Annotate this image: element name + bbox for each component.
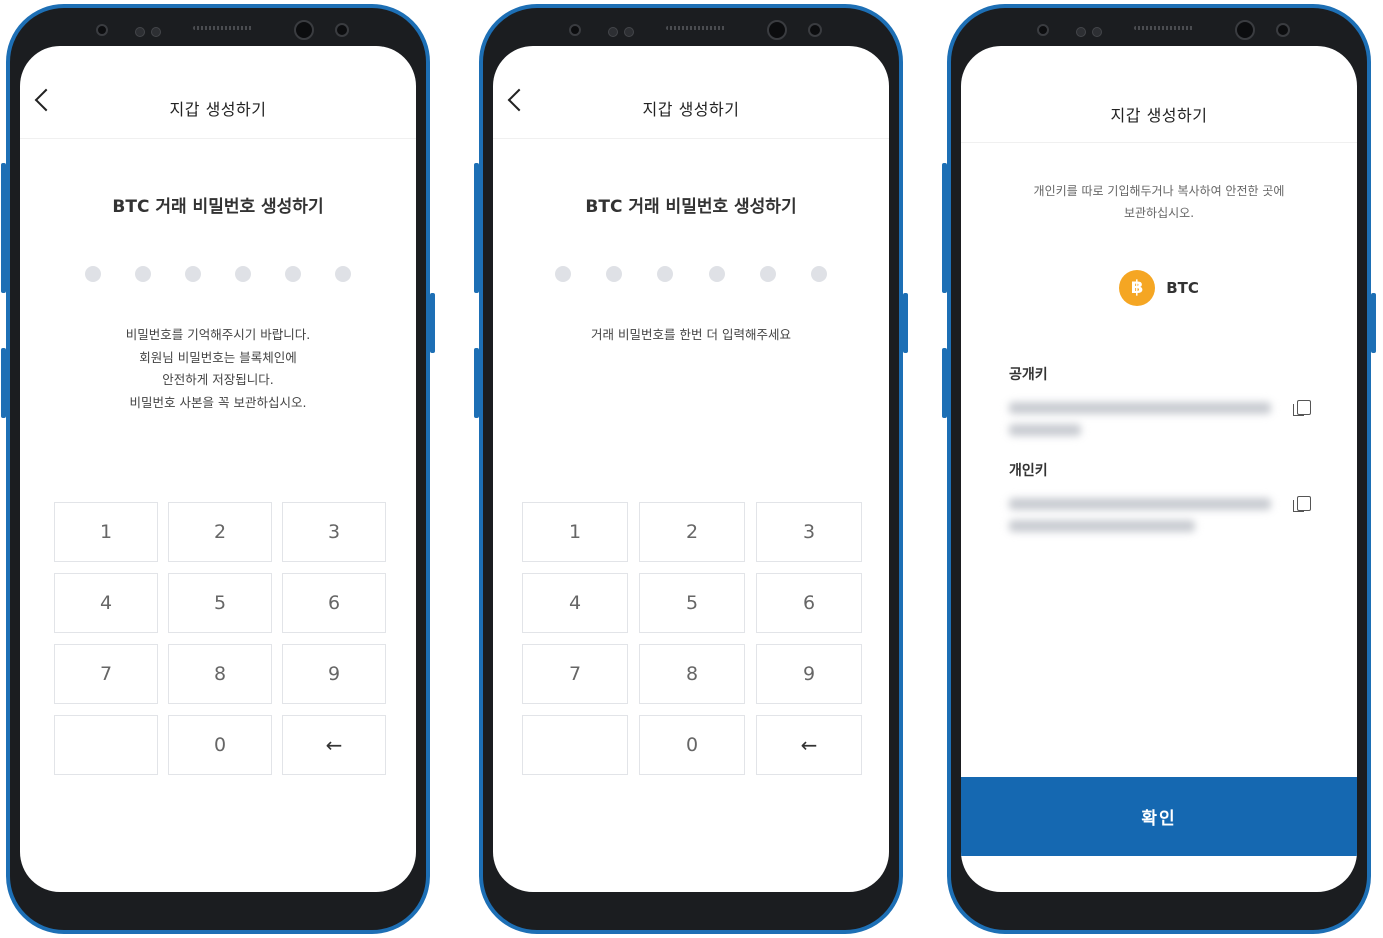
front-camera-icon xyxy=(767,20,787,40)
key-4[interactable]: 4 xyxy=(54,573,158,633)
phone-frame-3: 지갑 생성하기 개인키를 따로 기입해두거나 복사하여 안전한 곳에 보관하십시… xyxy=(942,4,1376,934)
backspace-key[interactable]: ← xyxy=(756,715,862,775)
number-keypad: 1 2 3 4 5 6 7 8 9 0 ← xyxy=(54,502,386,775)
key-3[interactable]: 3 xyxy=(756,502,862,562)
front-camera-icon xyxy=(294,20,314,40)
pin-dot xyxy=(759,266,776,282)
side-button xyxy=(1,163,6,293)
app-header: 지갑 생성하기 xyxy=(493,46,889,139)
page-title: 지갑 생성하기 xyxy=(1110,106,1208,125)
side-button xyxy=(1371,293,1376,353)
front-camera-icon xyxy=(96,24,108,36)
front-camera-icon xyxy=(1037,24,1049,36)
side-button xyxy=(430,293,435,353)
phone-frame-1: 지갑 생성하기 BTC 거래 비밀번호 생성하기 비밀번호를 기억해주시기 바랍… xyxy=(1,4,435,934)
sensor-icon xyxy=(151,27,161,37)
coin-header: ฿ BTC xyxy=(961,270,1357,306)
pin-subtitle: BTC 거래 비밀번호 생성하기 xyxy=(585,197,797,217)
pin-dot xyxy=(84,266,101,282)
pin-dot xyxy=(657,266,674,282)
key-9[interactable]: 9 xyxy=(282,644,386,704)
pin-indicator xyxy=(493,266,889,286)
private-key-value xyxy=(1009,498,1271,510)
key-2[interactable]: 2 xyxy=(168,502,272,562)
key-8[interactable]: 8 xyxy=(168,644,272,704)
pin-description: 거래 비밀번호를 한번 더 입력해주세요 xyxy=(591,327,791,342)
front-camera-icon xyxy=(335,23,349,37)
public-key-label: 공개키 xyxy=(1009,367,1048,383)
sensor-icon xyxy=(1076,27,1086,37)
screen: 지갑 생성하기 BTC 거래 비밀번호 생성하기 비밀번호를 기억해주시기 바랍… xyxy=(20,46,416,892)
page-title: 지갑 생성하기 xyxy=(642,100,740,119)
side-button xyxy=(942,163,947,293)
sensor-icon xyxy=(1092,27,1102,37)
key-4[interactable]: 4 xyxy=(522,573,628,633)
pin-dot xyxy=(810,266,827,282)
private-key-notice: 개인키를 따로 기입해두거나 복사하여 안전한 곳에 보관하십시오. xyxy=(1033,184,1285,220)
public-key-value xyxy=(1009,402,1271,414)
pin-dot xyxy=(708,266,725,282)
key-empty xyxy=(54,715,158,775)
coin-symbol: BTC xyxy=(1166,279,1199,297)
front-camera-icon xyxy=(569,24,581,36)
phone-frame-2: 지갑 생성하기 BTC 거래 비밀번호 생성하기 거래 비밀번호를 한번 더 입… xyxy=(474,4,908,934)
side-button xyxy=(474,348,479,418)
bitcoin-icon: ฿ xyxy=(1119,270,1156,306)
private-key-value xyxy=(1009,520,1195,532)
key-0[interactable]: 0 xyxy=(168,715,272,775)
front-camera-icon xyxy=(808,23,822,37)
key-3[interactable]: 3 xyxy=(282,502,386,562)
copy-icon[interactable] xyxy=(1293,400,1311,416)
side-button xyxy=(474,163,479,293)
key-6[interactable]: 6 xyxy=(756,573,862,633)
speaker-grille xyxy=(666,26,726,30)
backspace-key[interactable]: ← xyxy=(282,715,386,775)
pin-dot xyxy=(134,266,151,282)
key-empty xyxy=(522,715,628,775)
pin-dot xyxy=(335,266,352,282)
pin-dot xyxy=(184,266,201,282)
key-6[interactable]: 6 xyxy=(282,573,386,633)
app-header: 지갑 생성하기 xyxy=(20,46,416,139)
screen: 지갑 생성하기 개인키를 따로 기입해두거나 복사하여 안전한 곳에 보관하십시… xyxy=(961,46,1357,892)
pin-subtitle: BTC 거래 비밀번호 생성하기 xyxy=(112,197,324,217)
key-1[interactable]: 1 xyxy=(522,502,628,562)
copy-icon[interactable] xyxy=(1293,496,1311,512)
pin-dot xyxy=(606,266,623,282)
sensor-icon xyxy=(624,27,634,37)
key-0[interactable]: 0 xyxy=(639,715,745,775)
app-header: 지갑 생성하기 xyxy=(961,46,1357,143)
key-2[interactable]: 2 xyxy=(639,502,745,562)
key-9[interactable]: 9 xyxy=(756,644,862,704)
pin-description: 비밀번호를 기억해주시기 바랍니다. 회원님 비밀번호는 블록체인에 안전하게 … xyxy=(125,327,311,410)
private-key-label: 개인키 xyxy=(1009,463,1048,479)
confirm-button[interactable]: 확인 xyxy=(961,777,1357,856)
side-button xyxy=(903,293,908,353)
speaker-grille xyxy=(193,26,253,30)
speaker-grille xyxy=(1134,26,1194,30)
key-7[interactable]: 7 xyxy=(522,644,628,704)
key-5[interactable]: 5 xyxy=(639,573,745,633)
pin-dot xyxy=(285,266,302,282)
front-camera-icon xyxy=(1235,20,1255,40)
pin-dot xyxy=(235,266,252,282)
page-title: 지갑 생성하기 xyxy=(169,100,267,119)
key-1[interactable]: 1 xyxy=(54,502,158,562)
front-camera-icon xyxy=(1276,23,1290,37)
key-5[interactable]: 5 xyxy=(168,573,272,633)
sensor-icon xyxy=(135,27,145,37)
side-button xyxy=(942,348,947,418)
public-key-value xyxy=(1009,424,1081,436)
pin-dot xyxy=(555,266,572,282)
sensor-icon xyxy=(608,27,618,37)
pin-indicator xyxy=(20,266,416,286)
screen: 지갑 생성하기 BTC 거래 비밀번호 생성하기 거래 비밀번호를 한번 더 입… xyxy=(493,46,889,892)
side-button xyxy=(1,348,6,418)
number-keypad: 1 2 3 4 5 6 7 8 9 0 ← xyxy=(522,502,862,775)
key-8[interactable]: 8 xyxy=(639,644,745,704)
key-7[interactable]: 7 xyxy=(54,644,158,704)
